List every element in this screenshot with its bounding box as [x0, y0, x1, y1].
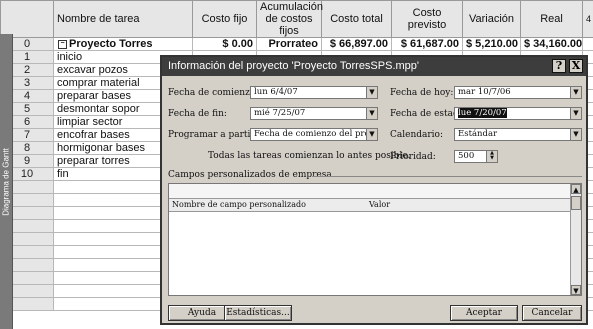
column-header-fixed-cost-accrual[interactable]: Acumulación de costos fijos — [256, 0, 323, 38]
finish-date-value: mié 7/25/07 — [254, 108, 306, 118]
task-name: fin — [57, 168, 69, 180]
column-header-actual[interactable]: Real — [520, 0, 583, 38]
schedule-from-select[interactable]: Fecha de comienzo del proyecto ▼ — [250, 128, 378, 141]
calendar-label: Calendario: — [390, 130, 444, 140]
column-header-total-cost[interactable]: Costo total — [321, 0, 392, 38]
custom-field-edit-bar[interactable] — [169, 184, 571, 199]
start-date-value: lun 6/4/07 — [254, 87, 298, 97]
task-name: excavar pozos — [57, 64, 128, 76]
help-title-button[interactable]: ? — [552, 59, 566, 73]
spinner-arrows-icon[interactable]: ▲ ▼ — [486, 151, 497, 162]
task-name: preparar bases — [57, 90, 131, 102]
column-header-variance[interactable]: Variación — [462, 0, 521, 38]
select-all-header[interactable] — [0, 0, 54, 38]
gantt-view-label: Diagrama de Gantt — [1, 147, 11, 216]
status-date-value: lue 7/20/07 — [458, 108, 507, 118]
custom-fields-header: Nombre de campo personalizado Valor — [169, 198, 571, 212]
custom-fields-scrollbar[interactable]: ▲ ▼ — [570, 184, 581, 295]
task-name: limpiar sector — [57, 116, 123, 128]
priority-stepper[interactable]: 500 ▲ ▼ — [454, 150, 498, 163]
cancel-button[interactable]: Cancelar — [522, 305, 582, 321]
current-date-value: mar 10/7/06 — [458, 87, 511, 97]
baseline-cell[interactable]: $ 61,687.00 — [391, 37, 463, 51]
current-date-field[interactable]: mar 10/7/06 ▼ — [454, 86, 582, 99]
table-row[interactable]: 0− Proyecto Torres $ 0.00 Prorrateo $ 66,897… — [0, 37, 593, 51]
scroll-down-icon[interactable]: ▼ — [571, 285, 581, 295]
group-divider — [312, 176, 582, 177]
custom-fields-grid[interactable]: Nombre de campo personalizado Valor ▲ ▼ — [168, 183, 582, 296]
task-name: comprar material — [57, 77, 140, 89]
priority-label: Prioridad: — [390, 152, 436, 162]
task-name: Proyecto Torres — [69, 38, 153, 50]
task-name: inicio — [57, 51, 83, 63]
task-name: hormigonar bases — [57, 142, 146, 154]
task-name: preparar torres — [57, 155, 130, 167]
start-date-field[interactable]: lun 6/4/07 ▼ — [250, 86, 378, 99]
task-name: desmontar sopor — [57, 103, 140, 115]
ok-button[interactable]: Aceptar — [450, 305, 518, 321]
dialog-title: Información del proyecto 'Proyecto Torre… — [168, 60, 420, 72]
gantt-view-bar[interactable]: Diagrama de Gantt — [0, 34, 13, 329]
column-header-fixed-cost[interactable]: Costo fijo — [192, 0, 257, 38]
custom-fields-label: Campos personalizados de empresa — [168, 170, 332, 180]
status-date-field[interactable]: lue 7/20/07 ▼ — [454, 107, 582, 120]
accrual-cell[interactable]: Prorrateo — [256, 37, 322, 51]
current-date-label: Fecha de hoy: — [390, 88, 454, 98]
column-header-task-name[interactable]: Nombre de tarea — [53, 0, 193, 38]
scroll-up-icon[interactable]: ▲ — [571, 184, 581, 194]
chevron-down-icon[interactable]: ▼ — [366, 108, 377, 119]
start-date-label: Fecha de comienzo: — [168, 88, 259, 98]
project-info-dialog: Información del proyecto 'Proyecto Torre… — [160, 55, 588, 325]
schedule-note: Todas las tareas comienzan lo antes posi… — [208, 151, 411, 161]
column-header-baseline[interactable]: Costo previsto — [391, 0, 463, 38]
calendar-select[interactable]: Estándar ▼ — [454, 128, 582, 141]
chevron-down-icon[interactable]: ▼ — [366, 129, 377, 140]
finish-date-field[interactable]: mié 7/25/07 ▼ — [250, 107, 378, 120]
custom-col-value-header[interactable]: Valor — [369, 199, 390, 211]
task-name: encofrar bases — [57, 129, 130, 141]
total-cost-cell[interactable]: $ 66,897.00 — [321, 37, 392, 51]
statistics-button[interactable]: Estadísticas... — [224, 305, 292, 321]
calendar-value: Estándar — [458, 129, 498, 139]
custom-col-name-header[interactable]: Nombre de campo personalizado — [172, 199, 306, 211]
column-header-partial[interactable]: 4 — [582, 0, 593, 38]
dialog-titlebar[interactable]: Información del proyecto 'Proyecto Torre… — [162, 57, 586, 76]
task-name-cell[interactable]: − Proyecto Torres — [53, 37, 193, 51]
chevron-down-icon[interactable]: ▼ — [570, 108, 581, 119]
actual-cell[interactable]: $ 34,160.00 — [520, 37, 583, 51]
priority-value: 500 — [458, 151, 475, 161]
chevron-down-icon[interactable]: ▼ — [570, 129, 581, 140]
close-icon[interactable]: X — [569, 59, 583, 73]
chevron-down-icon[interactable]: ▼ — [570, 87, 581, 98]
scroll-thumb[interactable] — [571, 196, 581, 210]
fixed-cost-cell[interactable]: $ 0.00 — [192, 37, 257, 51]
schedule-from-value: Fecha de comienzo del proyecto — [254, 129, 377, 139]
chevron-down-icon[interactable]: ▼ — [366, 87, 377, 98]
variance-cell[interactable]: $ 5,210.00 — [462, 37, 521, 51]
extra-cell[interactable] — [582, 37, 593, 51]
finish-date-label: Fecha de fin: — [168, 109, 227, 119]
collapse-icon[interactable]: − — [58, 39, 67, 49]
